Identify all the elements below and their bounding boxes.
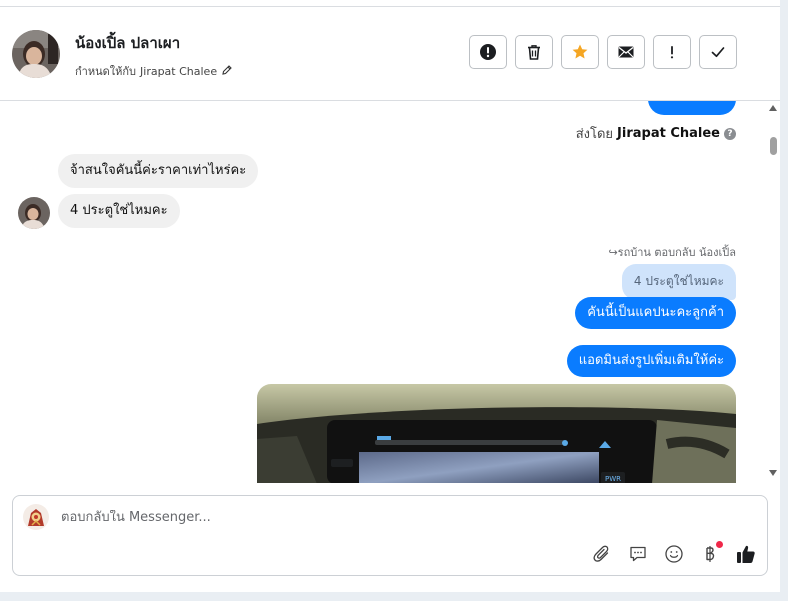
scrollbar-thumb[interactable] — [770, 137, 777, 155]
thumbs-up-icon — [737, 545, 755, 563]
outgoing-message: คันนี้เป็นแคปนะคะลูกค้า — [575, 297, 736, 329]
exclamation-mark-icon — [670, 46, 674, 59]
reply-input[interactable] — [61, 510, 561, 525]
thread-scrollbar[interactable] — [766, 101, 780, 483]
contact-avatar-small[interactable] — [18, 197, 50, 229]
pencil-icon[interactable] — [221, 64, 233, 79]
sent-by-name: Jirapat Chalee — [617, 126, 720, 141]
message-thread[interactable]: ส่งโดย Jirapat Chalee ? จ้าสนใจคันนี้ค่ะ… — [0, 101, 766, 483]
attach-button[interactable] — [591, 543, 613, 565]
conversation-header: น้องเปิ้ล ปลาเผา กำหนดให้กับ Jirapat Cha… — [0, 7, 780, 101]
reply-composer — [12, 495, 768, 576]
payment-button[interactable] — [699, 541, 723, 565]
contact-name: น้องเปิ้ล ปลาเผา — [75, 34, 181, 52]
mark-spam-button[interactable] — [469, 35, 507, 69]
incoming-message: จ้าสนใจคันนี้ค่ะราคาเท่าไหร่คะ — [58, 154, 259, 188]
envelope-icon — [618, 46, 634, 58]
mark-important-button[interactable] — [653, 35, 691, 69]
conversation-panel: น้องเปิ้ล ปลาเผา กำหนดให้กับ Jirapat Cha… — [0, 0, 780, 592]
previous-outgoing-bubble — [648, 101, 736, 115]
trash-icon — [528, 45, 540, 60]
composer-tools — [591, 541, 757, 565]
quoted-message: 4 ประตูใช่ไหมคะ — [621, 264, 736, 300]
assignee-name: Jirapat Chalee — [140, 64, 218, 78]
assign-label: กำหนดให้กับ — [75, 65, 137, 78]
emoji-button[interactable] — [663, 543, 685, 565]
smiley-icon — [665, 545, 683, 563]
image-attachment[interactable]: PWR — [257, 384, 736, 483]
header-actions — [469, 35, 737, 69]
mark-unread-button[interactable] — [607, 35, 645, 69]
speech-bubble-icon — [630, 546, 646, 562]
help-icon[interactable]: ? — [724, 127, 736, 140]
sent-by-info: ส่งโดย Jirapat Chalee ? — [576, 123, 736, 144]
incoming-message: 4 ประตูใช่ไหมคะ — [58, 194, 180, 228]
scroll-down-arrow-icon[interactable] — [769, 470, 777, 476]
exclamation-circle-icon — [480, 44, 496, 60]
follow-up-star-button[interactable] — [561, 35, 599, 69]
contact-avatar[interactable] — [12, 30, 60, 78]
like-button[interactable] — [735, 543, 757, 565]
star-icon — [572, 44, 588, 59]
mark-done-button[interactable] — [699, 35, 737, 69]
page-avatar — [23, 504, 49, 530]
checkmark-icon — [711, 47, 725, 58]
notification-dot — [716, 541, 723, 548]
pwr-label: PWR — [605, 475, 621, 483]
assignment-info[interactable]: กำหนดให้กับ Jirapat Chalee — [75, 62, 233, 80]
paperclip-icon — [593, 545, 609, 562]
saved-replies-button[interactable] — [627, 543, 649, 565]
scroll-up-arrow-icon[interactable] — [769, 105, 777, 111]
sent-by-label: ส่งโดย — [575, 127, 614, 142]
reply-meta: ↪รถบ้าน ตอบกลับ น้องเปิ้ล — [608, 246, 736, 259]
outgoing-message: แอดมินส่งรูปเพิ่มเติมให้ค่ะ — [566, 345, 736, 377]
delete-button[interactable] — [515, 35, 553, 69]
